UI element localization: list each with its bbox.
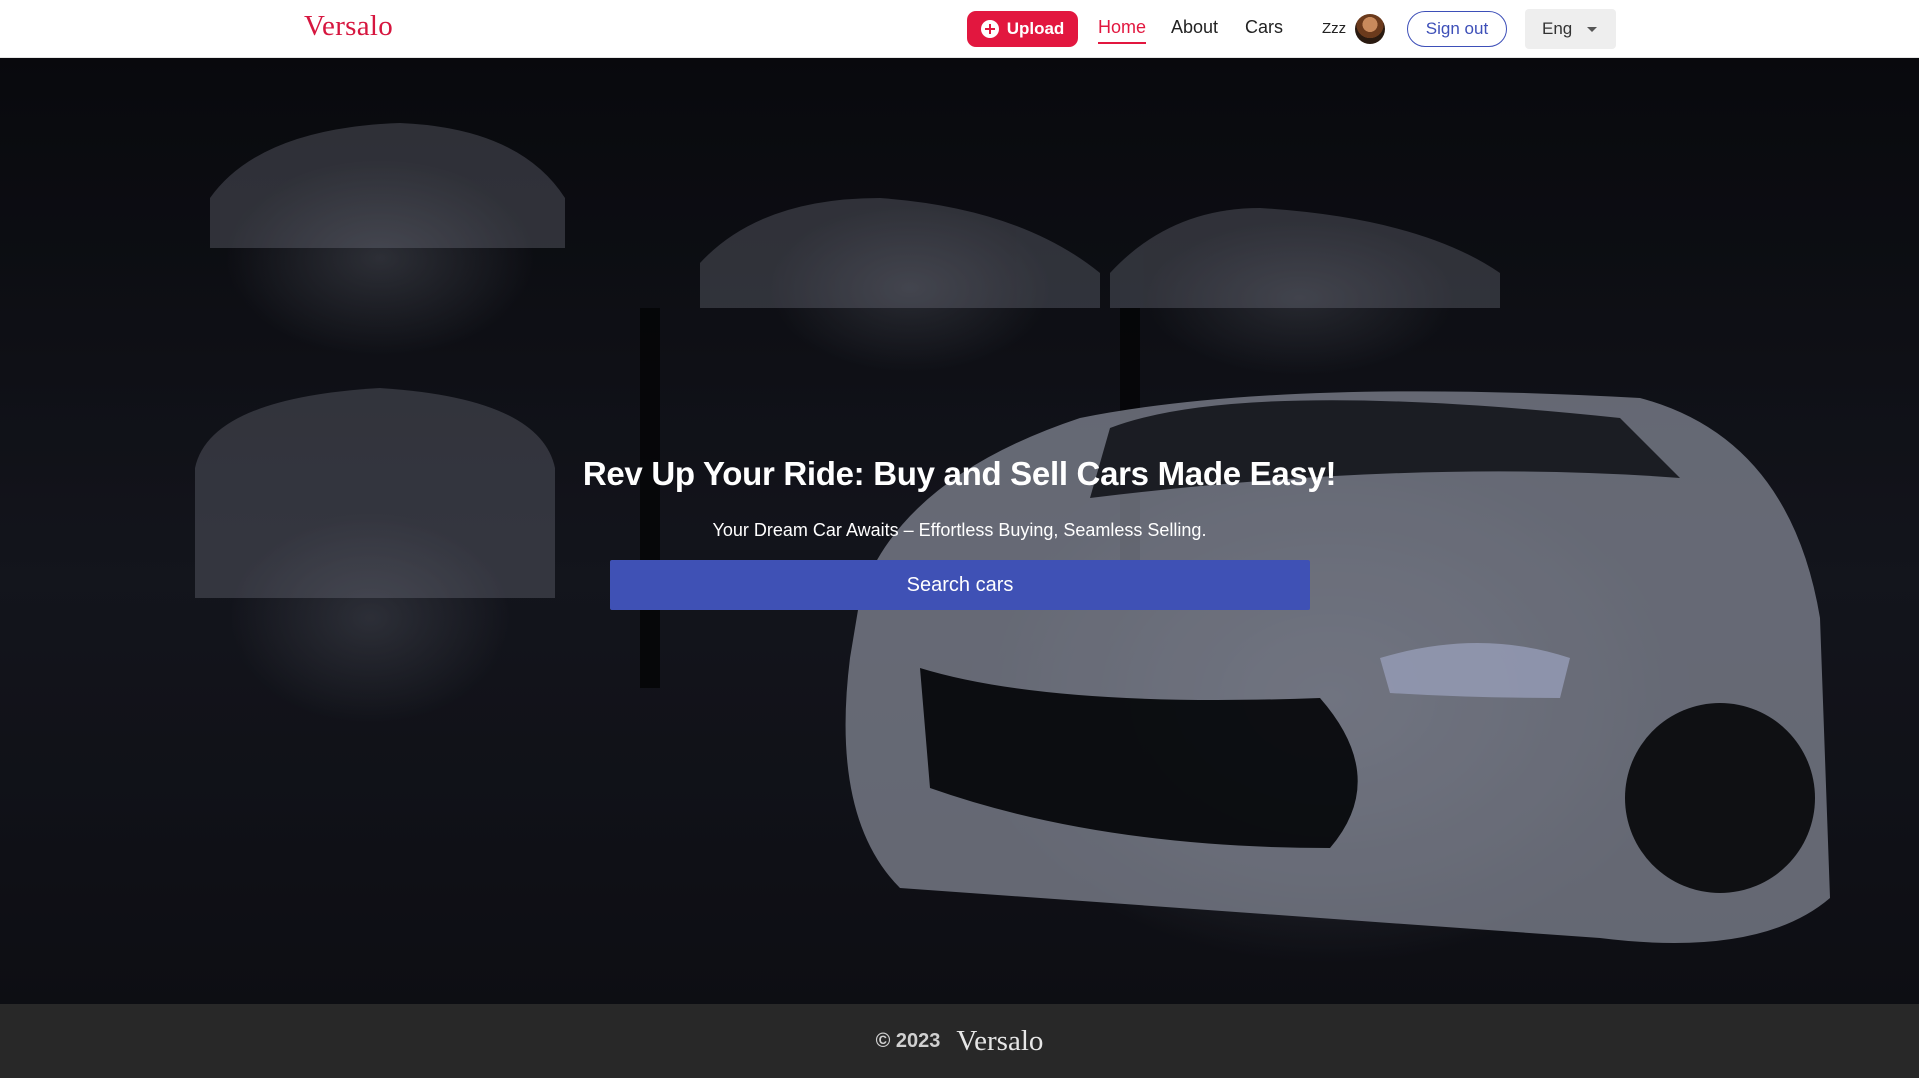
nav-cars-link[interactable]: Cars xyxy=(1245,17,1283,38)
user-avatar[interactable] xyxy=(1355,14,1385,44)
search-cars-button[interactable]: Search cars xyxy=(610,560,1310,610)
caret-down-icon xyxy=(1587,27,1597,32)
nav-home-link[interactable]: Home xyxy=(1098,17,1147,44)
language-value: Eng xyxy=(1542,19,1573,38)
username: Zzz xyxy=(1322,20,1347,37)
upload-button[interactable]: Upload xyxy=(967,11,1078,47)
plus-circle-icon xyxy=(980,20,999,38)
language-select[interactable]: Eng xyxy=(1525,9,1616,49)
hero-subtitle: Your Dream Car Awaits – Effortless Buyin… xyxy=(712,520,1207,540)
hero-title: Rev Up Your Ride: Buy and Sell Cars Made… xyxy=(582,455,1337,492)
top-navbar: Versalo Upload Home About Cars Zzz Sign … xyxy=(0,0,1919,58)
upload-label: Upload xyxy=(1006,19,1065,38)
sign-out-button[interactable]: Sign out xyxy=(1407,11,1507,47)
footer: © 2023 Versalo xyxy=(0,1004,1919,1078)
brand-logo[interactable]: Versalo xyxy=(304,10,393,43)
hero-section: Rev Up Your Ride: Buy and Sell Cars Made… xyxy=(0,58,1919,1004)
footer-copyright: © 2023 xyxy=(875,1029,941,1052)
footer-logo: Versalo xyxy=(956,1024,1044,1057)
nav-about-link[interactable]: About xyxy=(1171,17,1218,38)
